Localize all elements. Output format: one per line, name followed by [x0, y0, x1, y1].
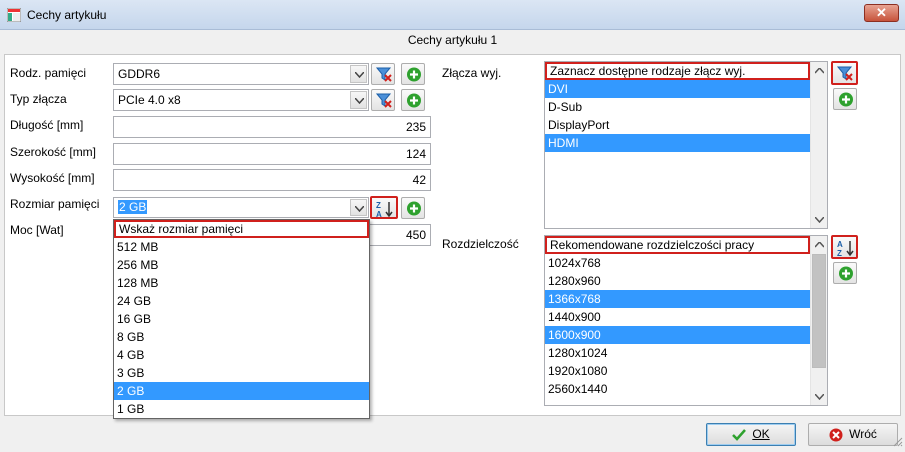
scroll-down-icon[interactable] — [811, 211, 827, 228]
list-header-item: Rekomendowane rozdzielczości pracy — [545, 236, 810, 254]
list-item[interactable]: 2560x1440 — [545, 380, 810, 398]
dropdown-item[interactable]: 16 GB — [114, 310, 369, 328]
scroll-up-icon[interactable] — [811, 62, 827, 79]
zlacza-listbox[interactable]: Zaznacz dostępne rodzaje złącz wyj. DVI D-… — [544, 61, 828, 229]
window-title: Cechy artykułu — [27, 8, 107, 22]
typ-zlacza-combo[interactable]: PCIe 4.0 x8 — [113, 89, 369, 111]
scroll-thumb[interactable] — [812, 254, 826, 368]
scroll-up-icon[interactable] — [811, 236, 827, 253]
list-header-item: Zaznacz dostępne rodzaje złącz wyj. — [545, 62, 810, 80]
add-button-rozmiar[interactable] — [401, 197, 425, 219]
list-item[interactable]: 1366x768 — [545, 290, 810, 308]
dropdown-item[interactable]: 1 GB — [114, 400, 369, 418]
szerokosc-field[interactable]: 124 — [113, 143, 431, 165]
sort-button-rozdzielczosc[interactable]: AZ — [831, 235, 858, 259]
dropdown-item[interactable]: 512 MB — [114, 238, 369, 256]
add-button-rozdzielczosc[interactable] — [833, 262, 857, 284]
chevron-down-icon[interactable] — [350, 91, 367, 109]
dropdown-item[interactable]: 4 GB — [114, 346, 369, 364]
close-button[interactable]: ✕ — [864, 4, 899, 22]
sort-button-rozmiar[interactable]: ZA — [370, 196, 398, 219]
rodz-pamieci-combo[interactable]: GDDR6 — [113, 63, 369, 85]
list-item[interactable]: 1024x768 — [545, 254, 810, 272]
svg-text:A: A — [837, 240, 843, 249]
dropdown-item[interactable]: 256 MB — [114, 256, 369, 274]
vertical-scrollbar[interactable] — [810, 62, 827, 228]
svg-text:A: A — [376, 210, 382, 218]
close-icon: ✕ — [876, 5, 887, 20]
typ-zlacza-value: PCIe 4.0 x8 — [118, 93, 181, 107]
page-title: Cechy artykułu 1 — [407, 33, 498, 47]
label-rodz-pamieci: Rodz. pamięci — [10, 66, 87, 80]
list-item[interactable]: 1600x900 — [545, 326, 810, 344]
list-item[interactable]: 1440x900 — [545, 308, 810, 326]
ok-button[interactable]: OK — [706, 423, 796, 446]
back-label: Wróć — [849, 427, 877, 441]
label-dlugosc: Długość [mm] — [10, 118, 84, 132]
add-button-rodz[interactable] — [401, 63, 425, 85]
dropdown-item[interactable]: 3 GB — [114, 364, 369, 382]
label-wysokosc: Wysokość [mm] — [10, 171, 95, 185]
label-rozmiar-pamieci: Rozmiar pamięci — [10, 197, 100, 211]
rodz-pamieci-value: GDDR6 — [118, 67, 161, 81]
rozmiar-pamieci-combo[interactable]: 2 GB — [113, 197, 369, 218]
ok-label: OK — [752, 427, 770, 441]
title-bar: Cechy artykułu ✕ — [0, 0, 905, 30]
app-icon — [6, 7, 22, 23]
wysokosc-field[interactable]: 42 — [113, 169, 431, 191]
list-item[interactable]: DVI — [545, 80, 810, 98]
vertical-scrollbar[interactable] — [810, 236, 827, 405]
list-item[interactable]: D-Sub — [545, 98, 810, 116]
add-button-typ[interactable] — [401, 89, 425, 111]
list-item[interactable]: 1920x1080 — [545, 362, 810, 380]
rozdzielczosc-listbox[interactable]: Rekomendowane rozdzielczości pracy 1024x7… — [544, 235, 828, 406]
dropdown-item[interactable]: 8 GB — [114, 328, 369, 346]
dropdown-item[interactable]: 24 GB — [114, 292, 369, 310]
filter-button-zlacza[interactable] — [831, 61, 858, 85]
checkmark-icon — [732, 428, 747, 441]
back-button[interactable]: Wróć — [808, 423, 898, 446]
label-moc: Moc [Wat] — [10, 223, 64, 237]
filter-button-rodz[interactable] — [371, 63, 395, 85]
list-item[interactable]: HDMI — [545, 134, 810, 152]
label-szerokosc: Szerokość [mm] — [10, 145, 97, 159]
cancel-icon — [829, 428, 843, 442]
svg-text:Z: Z — [837, 249, 842, 257]
label-zlacza: Złącza wyj. — [442, 66, 502, 80]
resize-grip-icon[interactable] — [893, 436, 903, 450]
chevron-down-icon[interactable] — [350, 199, 367, 216]
label-typ-zlacza: Typ złącza — [10, 92, 67, 106]
dropdown-item[interactable]: 128 MB — [114, 274, 369, 292]
chevron-down-icon[interactable] — [350, 65, 367, 83]
label-rozdzielczosc: Rozdzielczość — [442, 237, 519, 251]
rozmiar-pamieci-dropdown[interactable]: Wskaż rozmiar pamięci 512 MB 256 MB 128 MB 2… — [113, 219, 370, 419]
list-item[interactable]: 1280x1024 — [545, 344, 810, 362]
rozmiar-pamieci-value: 2 GB — [118, 200, 148, 214]
svg-text:Z: Z — [376, 201, 381, 210]
scroll-down-icon[interactable] — [811, 388, 827, 405]
dropdown-placeholder-item[interactable]: Wskaż rozmiar pamięci — [114, 220, 369, 238]
add-button-zlacza[interactable] — [833, 88, 857, 110]
list-item[interactable]: 1280x960 — [545, 272, 810, 290]
dropdown-item[interactable]: 2 GB — [114, 382, 369, 400]
filter-button-typ[interactable] — [371, 89, 395, 111]
list-item[interactable]: DisplayPort — [545, 116, 810, 134]
dlugosc-field[interactable]: 235 — [113, 116, 431, 138]
